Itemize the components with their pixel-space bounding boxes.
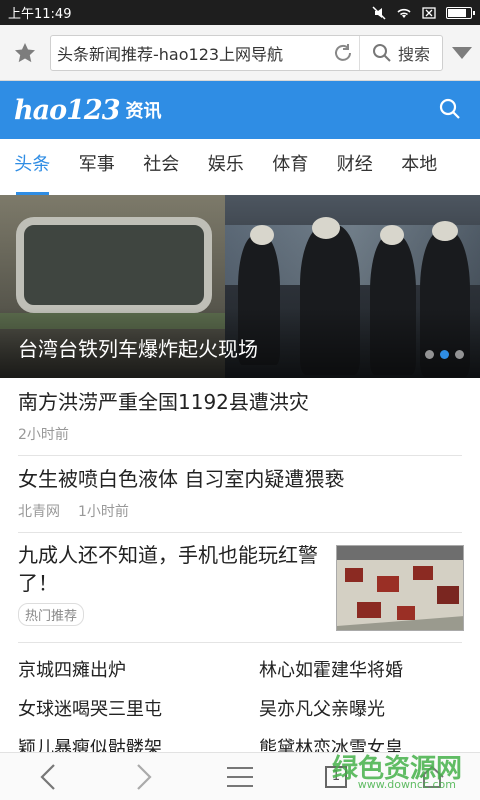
hero-helmet bbox=[250, 225, 274, 245]
news-meta: 北青网 1小时前 bbox=[18, 501, 462, 521]
carousel-dot[interactable] bbox=[425, 350, 434, 359]
tab-shehui[interactable]: 社会 bbox=[129, 139, 194, 195]
brand-subtitle: 资讯 bbox=[125, 101, 162, 122]
search-button[interactable]: 搜索 bbox=[360, 41, 442, 65]
carousel-dot[interactable] bbox=[455, 350, 464, 359]
reload-icon[interactable] bbox=[326, 35, 360, 70]
promo-title[interactable]: 九成人还不知道，手机也能玩红警了！ bbox=[18, 541, 318, 597]
tab-toutiao[interactable]: 头条 bbox=[0, 139, 65, 195]
hamburger-menu-icon bbox=[227, 766, 253, 787]
browser-address-bar: 头条新闻推荐-hao123上网导航 搜索 bbox=[0, 25, 480, 81]
tab-tiyu[interactable]: 体育 bbox=[258, 139, 323, 195]
tab-bendi[interactable]: 本地 bbox=[387, 139, 452, 195]
divider bbox=[18, 532, 462, 533]
link-item[interactable]: 林心如霍建华将婚 bbox=[259, 656, 403, 682]
menu-button[interactable] bbox=[192, 753, 288, 800]
chevron-left-icon bbox=[40, 763, 55, 790]
news-item[interactable]: 女生被喷白色液体 自习室内疑遭猥亵 北青网 1小时前 bbox=[18, 465, 462, 521]
news-source: 北青网 bbox=[18, 504, 60, 520]
news-title[interactable]: 女生被喷白色液体 自习室内疑遭猥亵 bbox=[18, 465, 462, 493]
news-meta: 2小时前 bbox=[18, 424, 462, 444]
carousel-dots bbox=[425, 350, 464, 359]
promo-thumbnail[interactable] bbox=[336, 545, 464, 631]
header-search-icon[interactable] bbox=[438, 97, 462, 125]
brand-header: hao123 资讯 bbox=[0, 81, 480, 139]
link-item[interactable]: 吴亦凡父亲曝光 bbox=[259, 695, 385, 721]
battery-icon bbox=[446, 6, 475, 19]
chevron-right-icon bbox=[137, 763, 152, 790]
divider bbox=[18, 455, 462, 456]
search-label: 搜索 bbox=[397, 44, 430, 64]
url-box[interactable]: 头条新闻推荐-hao123上网导航 搜索 bbox=[50, 34, 443, 71]
news-time: 2小时前 bbox=[18, 427, 69, 443]
hero-train-window bbox=[16, 217, 212, 313]
news-time: 1小时前 bbox=[78, 504, 129, 520]
no-sim-icon bbox=[422, 6, 436, 19]
hero-helmet bbox=[312, 217, 340, 239]
carousel-dot-active[interactable] bbox=[440, 350, 449, 359]
hero-caption[interactable]: 台湾台铁列车爆炸起火现场 bbox=[18, 333, 258, 362]
search-icon bbox=[372, 43, 391, 62]
mute-icon bbox=[372, 5, 386, 20]
tab-yule[interactable]: 娱乐 bbox=[194, 139, 259, 195]
hero-carousel[interactable]: 台湾台铁列车爆炸起火现场 bbox=[0, 195, 480, 378]
promo-tag: 热门推荐 bbox=[18, 603, 85, 626]
link-item[interactable]: 京城四瘫出炉 bbox=[18, 656, 126, 682]
forward-button[interactable] bbox=[96, 753, 192, 800]
url-text[interactable]: 头条新闻推荐-hao123上网导航 bbox=[51, 41, 326, 65]
news-title[interactable]: 南方洪涝严重全国1192县遭洪灾 bbox=[18, 388, 462, 416]
tab-junshi[interactable]: 军事 bbox=[65, 139, 130, 195]
news-item[interactable]: 南方洪涝严重全国1192县遭洪灾 2小时前 bbox=[18, 388, 462, 444]
status-time: 上午11:49 bbox=[8, 7, 72, 22]
watermark-site: www.downcc.com bbox=[357, 778, 456, 791]
divider bbox=[18, 642, 462, 643]
status-bar: 上午11:49 bbox=[0, 0, 480, 25]
link-item[interactable]: 女球迷喝哭三里屯 bbox=[18, 695, 162, 721]
bookmark-star-icon[interactable] bbox=[0, 25, 50, 81]
hero-helmet bbox=[432, 221, 458, 241]
hao123-logo[interactable]: hao123 bbox=[14, 95, 120, 126]
channel-tabs: 头条 军事 社会 娱乐 体育 财经 本地 bbox=[0, 139, 480, 195]
tab-caijing[interactable]: 财经 bbox=[323, 139, 388, 195]
promo-item[interactable]: 九成人还不知道，手机也能玩红警了！ 热门推荐 bbox=[18, 541, 318, 626]
back-button[interactable] bbox=[0, 753, 96, 800]
menu-dropdown-icon[interactable] bbox=[443, 25, 480, 81]
wifi-icon bbox=[397, 8, 411, 18]
hero-helmet bbox=[380, 225, 404, 245]
